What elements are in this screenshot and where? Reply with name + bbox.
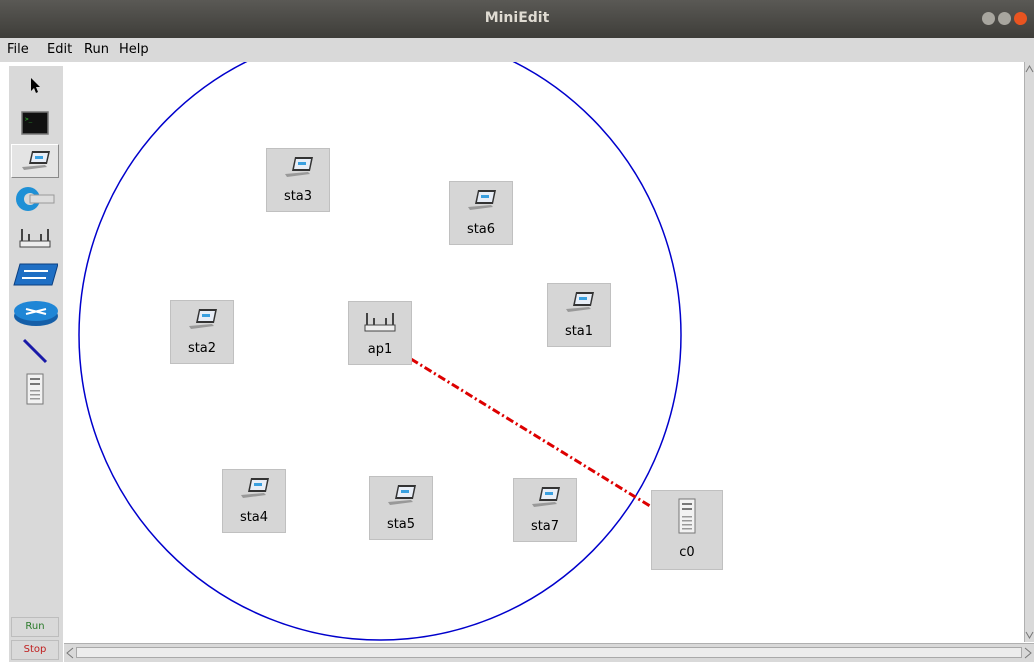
laptop-icon	[241, 478, 269, 498]
router-tool[interactable]	[11, 296, 59, 330]
menu-run[interactable]: Run	[84, 42, 109, 57]
tool-palette: >_ Run Stop	[9, 66, 63, 662]
menu-file[interactable]: File	[7, 42, 29, 57]
node-label: sta2	[187, 341, 217, 356]
scroll-down-arrow-icon[interactable]	[1025, 630, 1034, 640]
select-tool[interactable]	[11, 68, 59, 102]
close-button[interactable]	[1014, 12, 1027, 25]
switch-tool[interactable]	[11, 258, 59, 292]
station-node[interactable]: sta4	[222, 469, 286, 533]
station-node[interactable]: sta3	[266, 148, 330, 212]
window-title: MiniEdit	[484, 10, 550, 26]
horizontal-scrollbar[interactable]	[64, 643, 1034, 662]
node-label: sta4	[239, 510, 269, 525]
title-bar: MiniEdit	[0, 0, 1034, 38]
node-label: sta1	[564, 324, 594, 339]
topology-canvas[interactable]: sta3 sta6 sta2 ap1 sta1 sta4 sta5 sta7 c…	[64, 62, 1024, 642]
switch-icon	[13, 263, 58, 286]
station-node[interactable]: sta5	[369, 476, 433, 540]
laptop-icon	[189, 309, 217, 329]
server-icon	[26, 373, 44, 405]
link-tool[interactable]	[11, 334, 59, 368]
node-label: ap1	[367, 342, 393, 357]
access-point-tool[interactable]	[11, 220, 59, 254]
menu-help[interactable]: Help	[119, 42, 149, 57]
node-label: sta3	[283, 189, 313, 204]
laptop-icon	[22, 151, 50, 170]
scroll-up-arrow-icon[interactable]	[1025, 64, 1034, 74]
laptop-icon	[532, 487, 560, 507]
server-icon	[678, 498, 696, 534]
scrollbar-trough[interactable]	[76, 647, 1022, 658]
controller-tool[interactable]	[11, 182, 59, 216]
svg-text:>_: >_	[25, 116, 33, 123]
maximize-button[interactable]	[998, 12, 1011, 25]
stop-button[interactable]: Stop	[11, 640, 59, 660]
server-controller-tool[interactable]	[11, 372, 59, 406]
node-label: c0	[679, 545, 695, 560]
minimize-button[interactable]	[982, 12, 995, 25]
laptop-icon	[566, 292, 594, 312]
laptop-icon	[285, 157, 313, 177]
scroll-right-arrow-icon[interactable]	[1023, 647, 1033, 659]
access-point-icon	[19, 229, 51, 248]
controller-icon	[16, 187, 55, 211]
vertical-scrollbar[interactable]	[1024, 62, 1034, 642]
controller-node[interactable]: c0	[651, 490, 723, 570]
node-label: sta5	[386, 517, 416, 532]
router-icon	[14, 301, 58, 326]
access-point-node[interactable]: ap1	[348, 301, 412, 365]
host-tool[interactable]: >_	[11, 106, 59, 140]
laptop-icon	[388, 485, 416, 505]
menu-edit[interactable]: Edit	[47, 42, 72, 57]
menu-bar: File Edit Run Help	[0, 38, 1034, 62]
scroll-left-arrow-icon[interactable]	[65, 647, 75, 659]
access-point-icon	[364, 313, 396, 332]
pointer-arrow-icon	[31, 78, 40, 93]
link-line-icon	[22, 338, 48, 364]
run-button[interactable]: Run	[11, 617, 59, 637]
station-node[interactable]: sta7	[513, 478, 577, 542]
laptop-icon	[468, 190, 496, 210]
station-tool[interactable]	[11, 144, 59, 178]
station-node[interactable]: sta6	[449, 181, 513, 245]
terminal-icon: >_	[21, 111, 49, 135]
station-node[interactable]: sta1	[547, 283, 611, 347]
station-node[interactable]: sta2	[170, 300, 234, 364]
node-label: sta6	[466, 222, 496, 237]
node-label: sta7	[530, 519, 560, 534]
